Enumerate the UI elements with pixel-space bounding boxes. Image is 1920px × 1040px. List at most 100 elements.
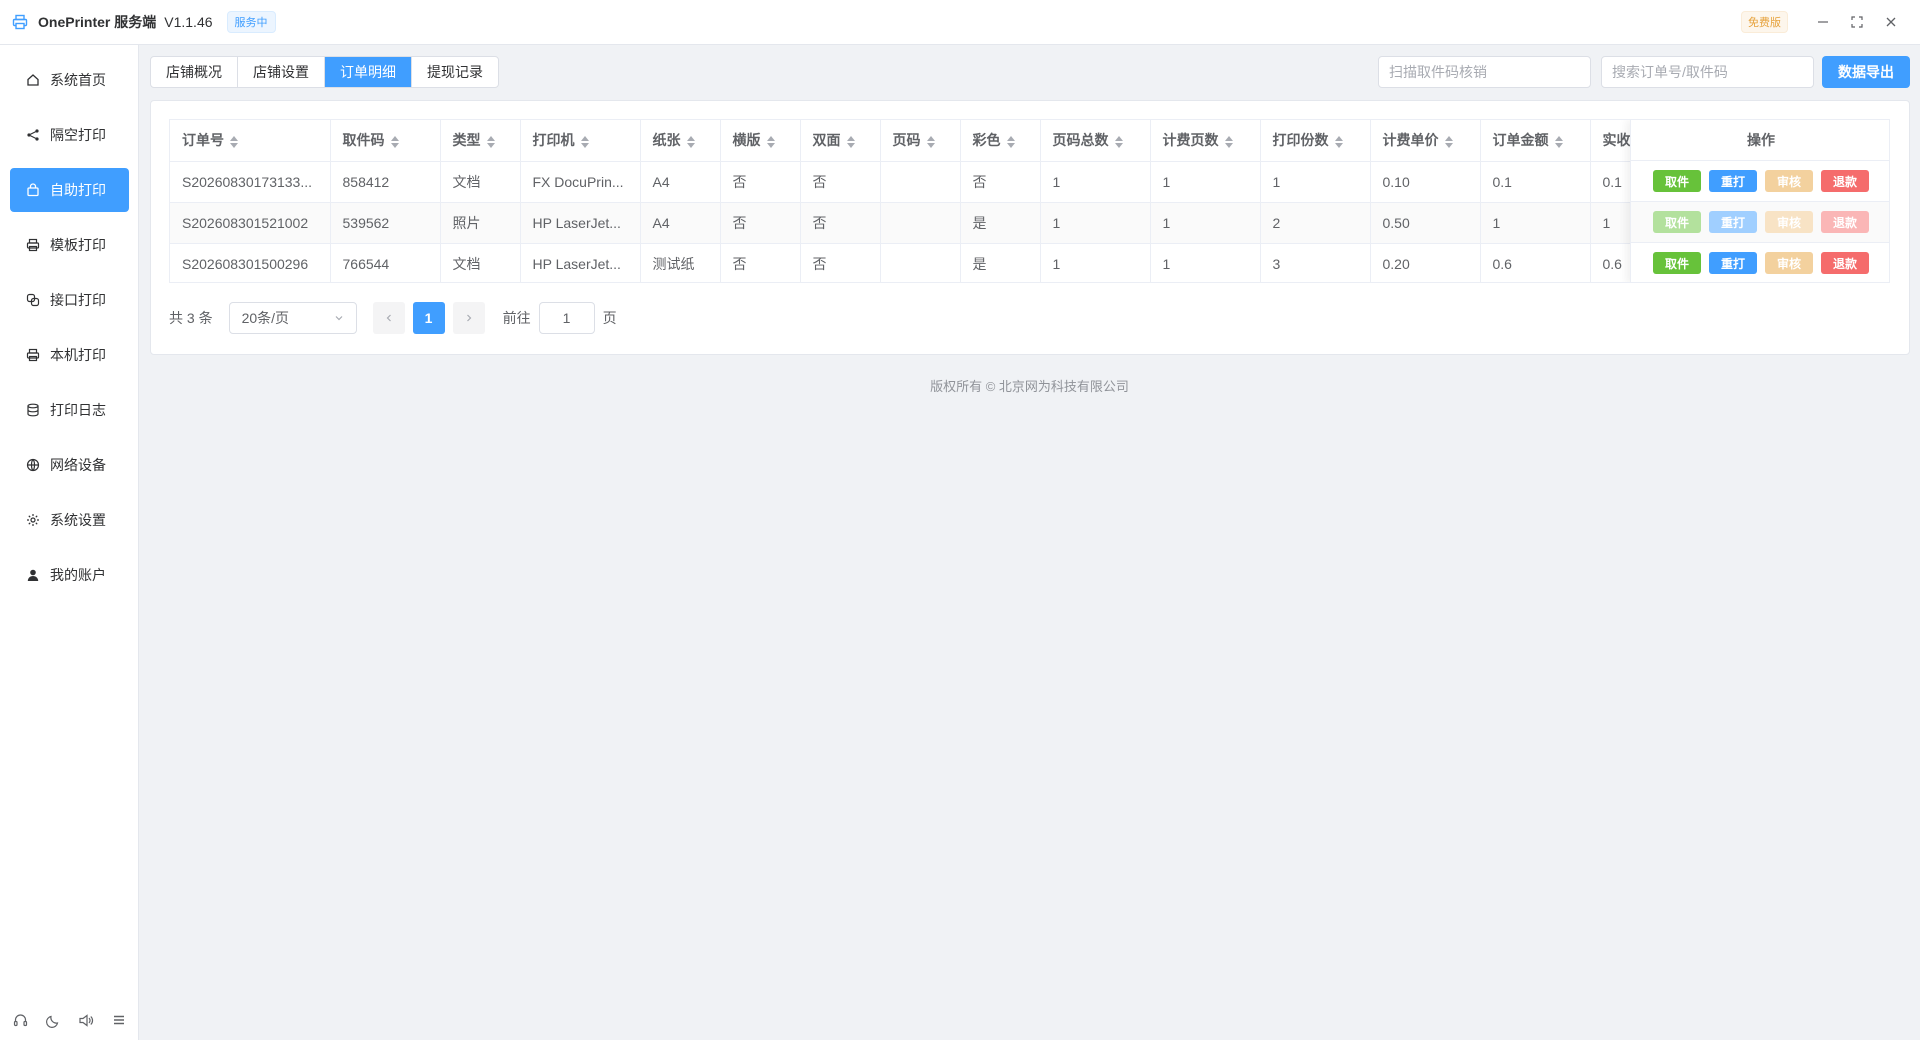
column-header[interactable]: 取件码 xyxy=(330,120,441,162)
pages-cell xyxy=(880,161,961,203)
sidebar: 系统首页 隔空打印 自助打印 模板打印 接口打印 本机打印 打印日志 网络设备 … xyxy=(0,45,139,1040)
share-icon xyxy=(26,128,40,142)
home-icon xyxy=(26,73,40,87)
close-icon xyxy=(1886,17,1896,27)
column-header[interactable]: 订单金额 xyxy=(1480,120,1591,162)
search-input[interactable] xyxy=(1601,56,1814,88)
pickup-code-cell: 766544 xyxy=(330,243,441,282)
column-header[interactable]: 订单号 xyxy=(170,120,331,162)
column-header[interactable]: 打印份数 xyxy=(1260,120,1371,162)
column-header[interactable]: 双面 xyxy=(800,120,881,162)
sidebar-item-account[interactable]: 我的账户 xyxy=(10,553,129,597)
sidebar-item-label: 系统首页 xyxy=(50,72,106,88)
tab-order-details[interactable]: 订单明细 xyxy=(325,57,412,87)
refund-button[interactable]: 退款 xyxy=(1821,252,1869,274)
chevron-down-icon xyxy=(335,316,343,321)
goto-page-input[interactable] xyxy=(538,302,595,334)
sidebar-item-local[interactable]: 本机打印 xyxy=(10,333,129,377)
table-row[interactable]: S202608301521002 539562 照片 HP LaserJet..… xyxy=(170,202,1671,244)
review-button[interactable]: 审核 xyxy=(1765,252,1813,274)
column-header[interactable]: 页码总数 xyxy=(1040,120,1151,162)
page-size-value: 20条/页 xyxy=(241,310,290,326)
column-header[interactable]: 打印机 xyxy=(520,120,641,162)
operations-row: 取件 重打 审核 退款 xyxy=(1631,161,1889,202)
maximize-button[interactable] xyxy=(1840,7,1874,37)
status-badge: 服务中 xyxy=(226,11,276,33)
sort-icon xyxy=(1006,135,1015,148)
plan-badge[interactable]: 免费版 xyxy=(1741,11,1788,33)
landscape-cell: 否 xyxy=(720,161,801,203)
tab-shop-settings[interactable]: 店铺设置 xyxy=(238,57,325,87)
duplex-cell: 否 xyxy=(800,243,881,282)
globe-icon xyxy=(26,458,40,472)
scan-code-input[interactable] xyxy=(1378,56,1591,88)
total-count: 共 3 条 xyxy=(169,310,213,326)
next-page-button[interactable] xyxy=(452,302,485,334)
sidebar-item-label: 打印日志 xyxy=(50,402,106,418)
pickup-button[interactable]: 取件 xyxy=(1653,170,1701,192)
billed-pages-cell: 1 xyxy=(1150,202,1261,244)
pickup-button[interactable]: 取件 xyxy=(1653,252,1701,274)
printer-icon xyxy=(26,238,40,252)
sort-icon xyxy=(580,135,589,148)
column-header[interactable]: 计费单价 xyxy=(1370,120,1481,162)
sidebar-item-airprint[interactable]: 隔空打印 xyxy=(10,113,129,157)
sidebar-item-network[interactable]: 网络设备 xyxy=(10,443,129,487)
duplex-cell: 否 xyxy=(800,161,881,203)
review-button[interactable]: 审核 xyxy=(1765,170,1813,192)
printer-cell: HP LaserJet... xyxy=(520,243,641,282)
sidebar-item-api[interactable]: 接口打印 xyxy=(10,278,129,322)
reprint-button[interactable]: 重打 xyxy=(1709,252,1757,274)
column-header[interactable]: 纸张 xyxy=(640,120,721,162)
sidebar-item-settings[interactable]: 系统设置 xyxy=(10,498,129,542)
type-cell: 文档 xyxy=(440,161,521,203)
goto-suffix: 页 xyxy=(602,310,617,326)
column-header[interactable]: 彩色 xyxy=(960,120,1041,162)
column-header[interactable]: 计费页数 xyxy=(1150,120,1261,162)
orders-table: 订单号 取件码 类型 打印机 纸张 横版 双面 页码 彩色 页码总数 计费页数 … xyxy=(169,119,1890,283)
refund-button: 退款 xyxy=(1821,211,1869,233)
column-header[interactable]: 类型 xyxy=(440,120,521,162)
page-size-select[interactable]: 20条/页 xyxy=(228,302,357,334)
paper-cell: 测试纸 xyxy=(640,243,721,282)
paper-cell: A4 xyxy=(640,161,721,203)
goto-label: 前往 xyxy=(502,310,531,326)
column-header[interactable]: 页码 xyxy=(880,120,961,162)
table-row[interactable]: S202608301500296 766544 文档 HP LaserJet..… xyxy=(170,243,1671,282)
pages-cell xyxy=(880,243,961,282)
refund-button[interactable]: 退款 xyxy=(1821,170,1869,192)
speaker-icon[interactable] xyxy=(74,1008,98,1032)
app-version: V1.1.46 xyxy=(164,14,213,30)
export-button[interactable]: 数据导出 xyxy=(1822,56,1910,88)
sidebar-item-logs[interactable]: 打印日志 xyxy=(10,388,129,432)
sidebar-item-home[interactable]: 系统首页 xyxy=(10,58,129,102)
type-cell: 照片 xyxy=(440,202,521,244)
copies-cell: 1 xyxy=(1260,161,1371,203)
copies-cell: 3 xyxy=(1260,243,1371,282)
total-pages-cell: 1 xyxy=(1040,202,1151,244)
paper-cell: A4 xyxy=(640,202,721,244)
table-row[interactable]: S20260830173133... 858412 文档 FX DocuPrin… xyxy=(170,161,1671,203)
reprint-button[interactable]: 重打 xyxy=(1709,170,1757,192)
maximize-icon xyxy=(1851,16,1863,28)
page-number[interactable]: 1 xyxy=(412,302,445,334)
order-number-cell: S20260830173133... xyxy=(170,161,331,203)
sort-icon xyxy=(390,135,399,148)
order-number-cell: S202608301500296 xyxy=(170,243,331,282)
sidebar-item-template[interactable]: 模板打印 xyxy=(10,223,129,267)
column-header[interactable]: 横版 xyxy=(720,120,801,162)
close-button[interactable] xyxy=(1874,7,1908,37)
unit-price-cell: 0.20 xyxy=(1370,243,1481,282)
moon-icon[interactable] xyxy=(41,1008,65,1032)
prev-page-button[interactable] xyxy=(372,302,405,334)
minimize-button[interactable] xyxy=(1806,7,1840,37)
tab-shop-overview[interactable]: 店铺概况 xyxy=(151,57,238,87)
operations-row: 取件 重打 审核 退款 xyxy=(1631,202,1889,243)
sidebar-item-selfprint[interactable]: 自助打印 xyxy=(10,168,129,212)
menu-icon[interactable] xyxy=(107,1008,131,1032)
link-icon xyxy=(26,293,40,307)
tab-withdraw-records[interactable]: 提现记录 xyxy=(412,57,498,87)
headset-icon[interactable] xyxy=(8,1008,32,1032)
order-number-cell: S202608301521002 xyxy=(170,202,331,244)
gear-icon xyxy=(26,513,40,527)
